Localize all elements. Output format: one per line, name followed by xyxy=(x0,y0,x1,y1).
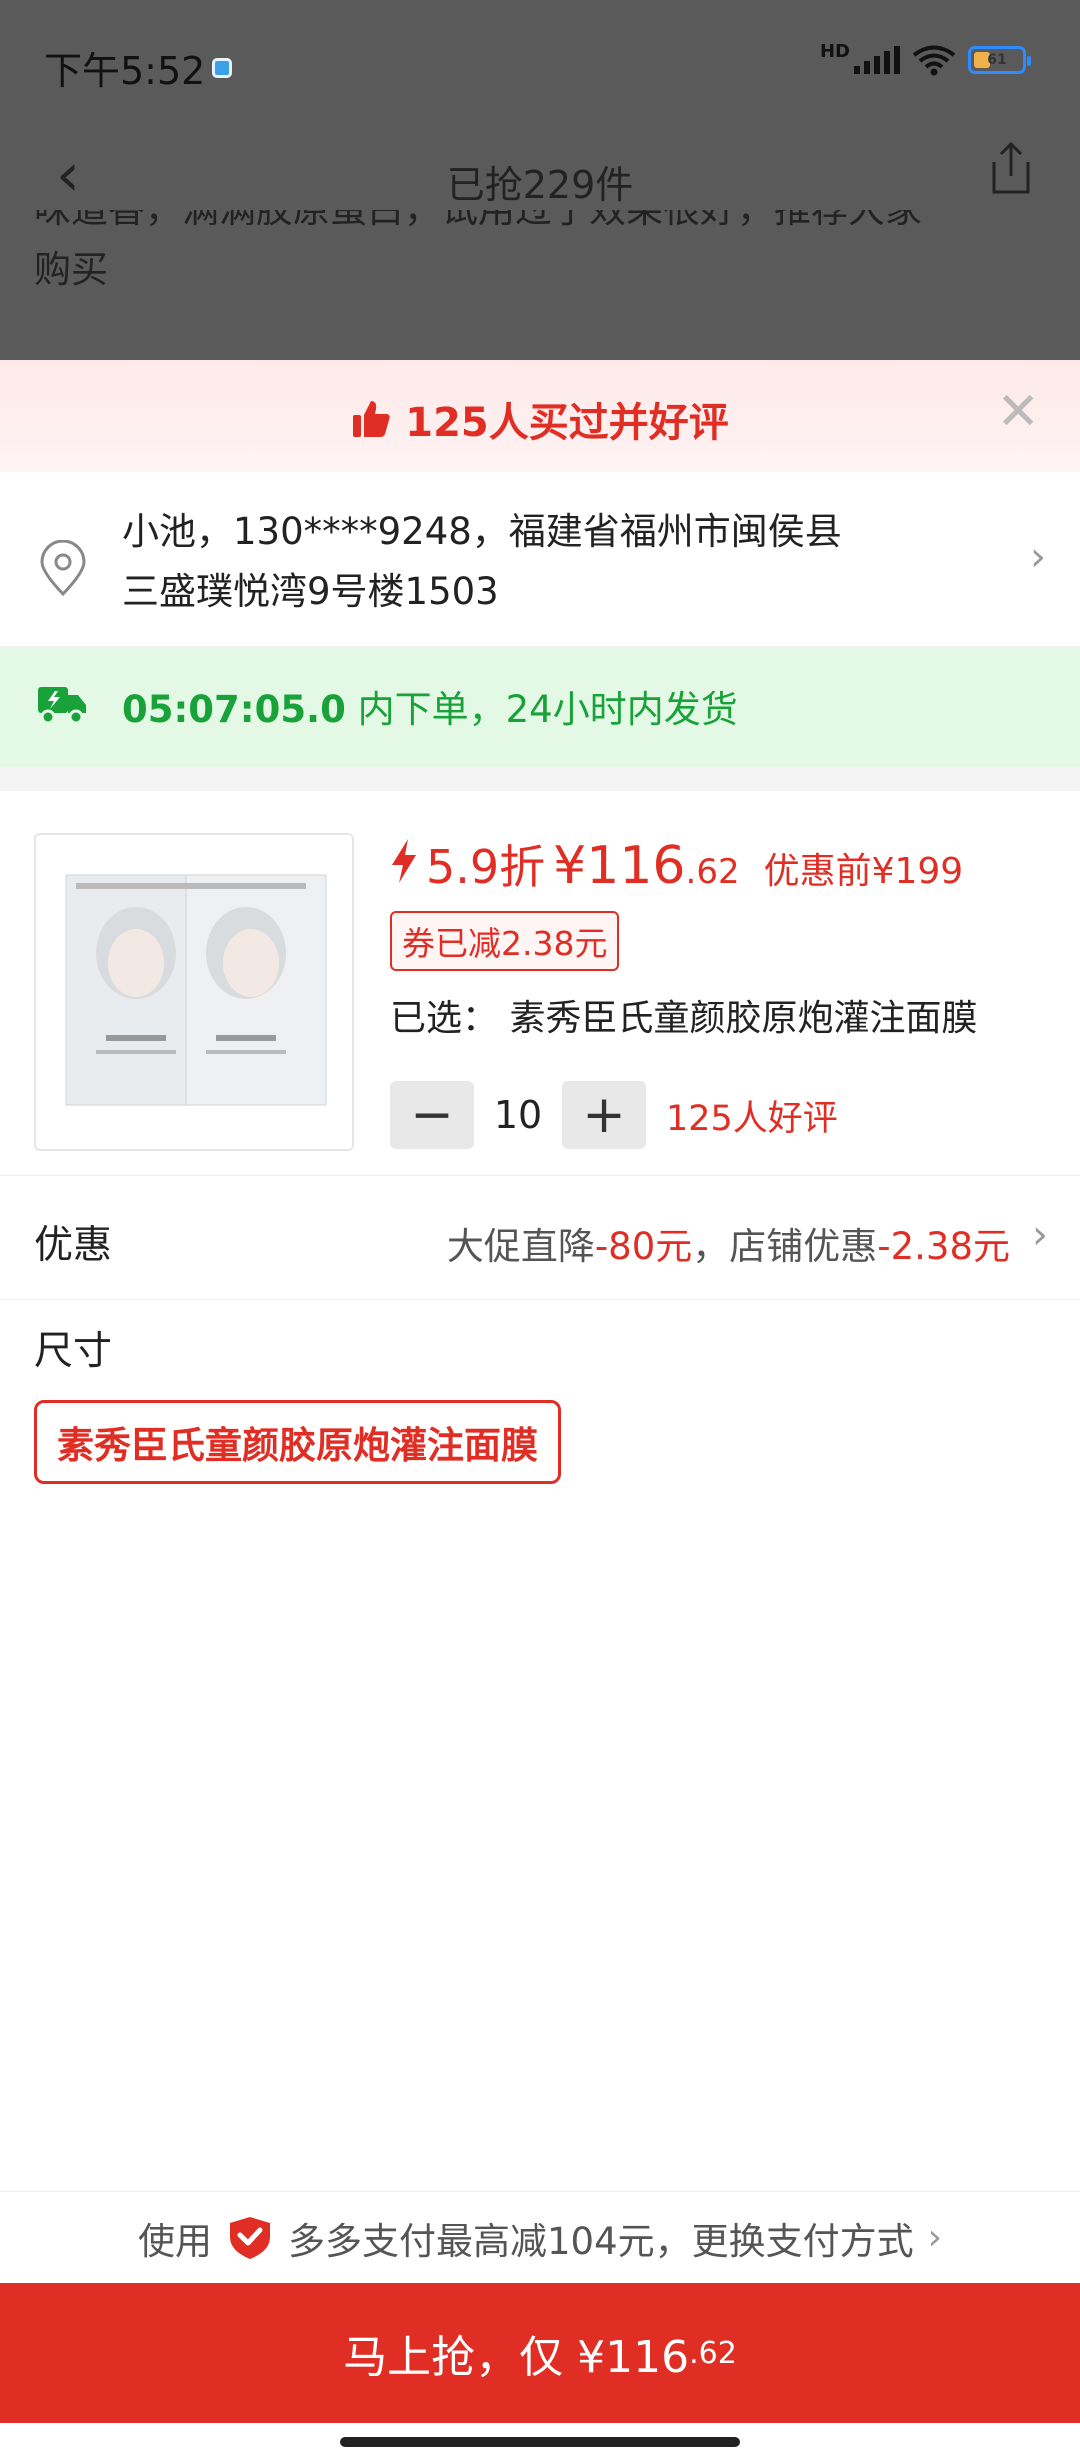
payment-prefix: 使用 xyxy=(137,2219,212,2263)
size-label: 尺寸 xyxy=(34,1329,113,1374)
status-icons: HD 61 xyxy=(819,40,1031,76)
thumbs-up-icon xyxy=(353,401,390,437)
promo-label: 大促直降 xyxy=(446,1225,595,1268)
network-type: HD xyxy=(819,40,850,62)
review-line-1: 味道香，满满胶原蛋白，试用过了效果很好，推荐大家 xyxy=(34,210,922,240)
background-review-text: 味道香，满满胶原蛋白，试用过了效果很好，推荐大家 购买 xyxy=(34,210,1054,300)
banner-text: 125人买过并好评 xyxy=(405,400,729,446)
product-row: 5.9折 ¥116.62 优惠前¥199 券已减2.38元 已选： 素秀臣氏童颜… xyxy=(0,791,1080,1176)
payment-text: 多多支付最高减104元，更换支付方式 xyxy=(287,2219,914,2263)
discount-label: 优惠 xyxy=(34,1223,113,1268)
product-info: 5.9折 ¥116.62 优惠前¥199 券已减2.38元 已选： 素秀臣氏童颜… xyxy=(390,831,977,1149)
location-pin-icon xyxy=(40,540,86,597)
size-section: 尺寸 素秀臣氏童颜胶原炮灌注面膜 xyxy=(0,1300,1080,1500)
chevron-right-icon: › xyxy=(1032,1212,1048,1258)
buy-label: 马上抢，仅 ¥116 xyxy=(343,2332,690,2383)
discount-rate: 5.9折 xyxy=(426,840,546,894)
review-banner: 125人买过并好评 ✕ xyxy=(0,360,1080,472)
review-count: 125人好评 xyxy=(666,1098,838,1139)
battery-icon: 61 xyxy=(968,46,1031,74)
truck-icon xyxy=(38,687,86,725)
shield-heart-icon xyxy=(229,2216,270,2259)
price-decimal: .62 xyxy=(685,852,740,892)
status-time: 下午5:52 xyxy=(44,49,206,93)
discount-detail: 大促直降-80元，店铺优惠-2.38元 xyxy=(447,1216,1010,1270)
currency: ¥ xyxy=(553,836,587,896)
minus-icon: − xyxy=(410,1085,454,1145)
quantity-stepper: − 10 + 125人好评 xyxy=(390,1081,977,1149)
app-notification-icon xyxy=(212,58,232,78)
close-icon[interactable]: ✕ xyxy=(996,386,1040,438)
shipping-text: 内下单，24小时内发货 xyxy=(345,688,738,731)
share-icon[interactable] xyxy=(986,140,1036,196)
page-title: 已抢229件 xyxy=(446,163,634,207)
background-page: 下午5:52 HD 61 ‹ 已抢229件 味道香，满 xyxy=(0,0,1080,360)
quantity-value[interactable]: 10 xyxy=(474,1093,562,1137)
shop-discount-amount: -2.38元 xyxy=(877,1225,1010,1268)
discount-row[interactable]: 优惠 大促直降-80元，店铺优惠-2.38元 › xyxy=(0,1176,1080,1300)
review-line-2: 购买 xyxy=(34,248,108,291)
size-option[interactable]: 素秀臣氏童颜胶原炮灌注面膜 xyxy=(34,1400,561,1484)
signal-icon xyxy=(854,46,900,74)
selected-label: 已选： xyxy=(390,998,499,1039)
battery-level: 61 xyxy=(987,52,1007,68)
promo-amount: -80元 xyxy=(594,1225,693,1268)
payment-row[interactable]: 使用 多多支付最高减104元，更换支付方式 › xyxy=(0,2191,1080,2283)
selected-spec: 已选： 素秀臣氏童颜胶原炮灌注面膜 xyxy=(390,989,977,1041)
buy-price-decimal: .62 xyxy=(689,2335,737,2371)
purchase-sheet: 125人买过并好评 ✕ 小池，130****9248，福建省福州市闽侯县 三盛璞… xyxy=(0,360,1080,2460)
chevron-right-icon: › xyxy=(1030,534,1046,580)
divider xyxy=(0,767,1080,791)
home-indicator[interactable] xyxy=(340,2437,740,2447)
address-line-1: 小池，130****9248，福建省福州市闽侯县 xyxy=(122,510,842,553)
buy-now-button[interactable]: 马上抢，仅 ¥116.62 xyxy=(0,2283,1080,2423)
status-bar: 下午5:52 HD 61 xyxy=(0,0,1080,130)
product-image[interactable] xyxy=(34,833,354,1151)
original-price: 优惠前¥199 xyxy=(763,851,964,892)
address-line-2: 三盛璞悦湾9号楼1503 xyxy=(122,570,499,613)
shop-discount-label: ，店铺优惠 xyxy=(692,1225,878,1268)
wifi-icon xyxy=(912,45,956,76)
address-row[interactable]: 小池，130****9248，福建省福州市闽侯县 三盛璞悦湾9号楼1503 › xyxy=(0,472,1080,647)
chevron-right-icon: › xyxy=(927,2217,943,2258)
selected-value: 素秀臣氏童颜胶原炮灌注面膜 xyxy=(509,998,978,1039)
price-line: 5.9折 ¥116.62 优惠前¥199 xyxy=(390,831,977,897)
plus-button[interactable]: + xyxy=(562,1081,646,1149)
countdown: 05:07:05.0 xyxy=(122,688,346,731)
price-integer: 116 xyxy=(586,836,686,896)
lightning-icon xyxy=(392,839,416,883)
shipping-banner: 05:07:05.0 内下单，24小时内发货 xyxy=(0,647,1080,767)
minus-button[interactable]: − xyxy=(390,1081,474,1149)
plus-icon: + xyxy=(582,1085,626,1145)
coupon-badge: 券已减2.38元 xyxy=(390,911,620,971)
